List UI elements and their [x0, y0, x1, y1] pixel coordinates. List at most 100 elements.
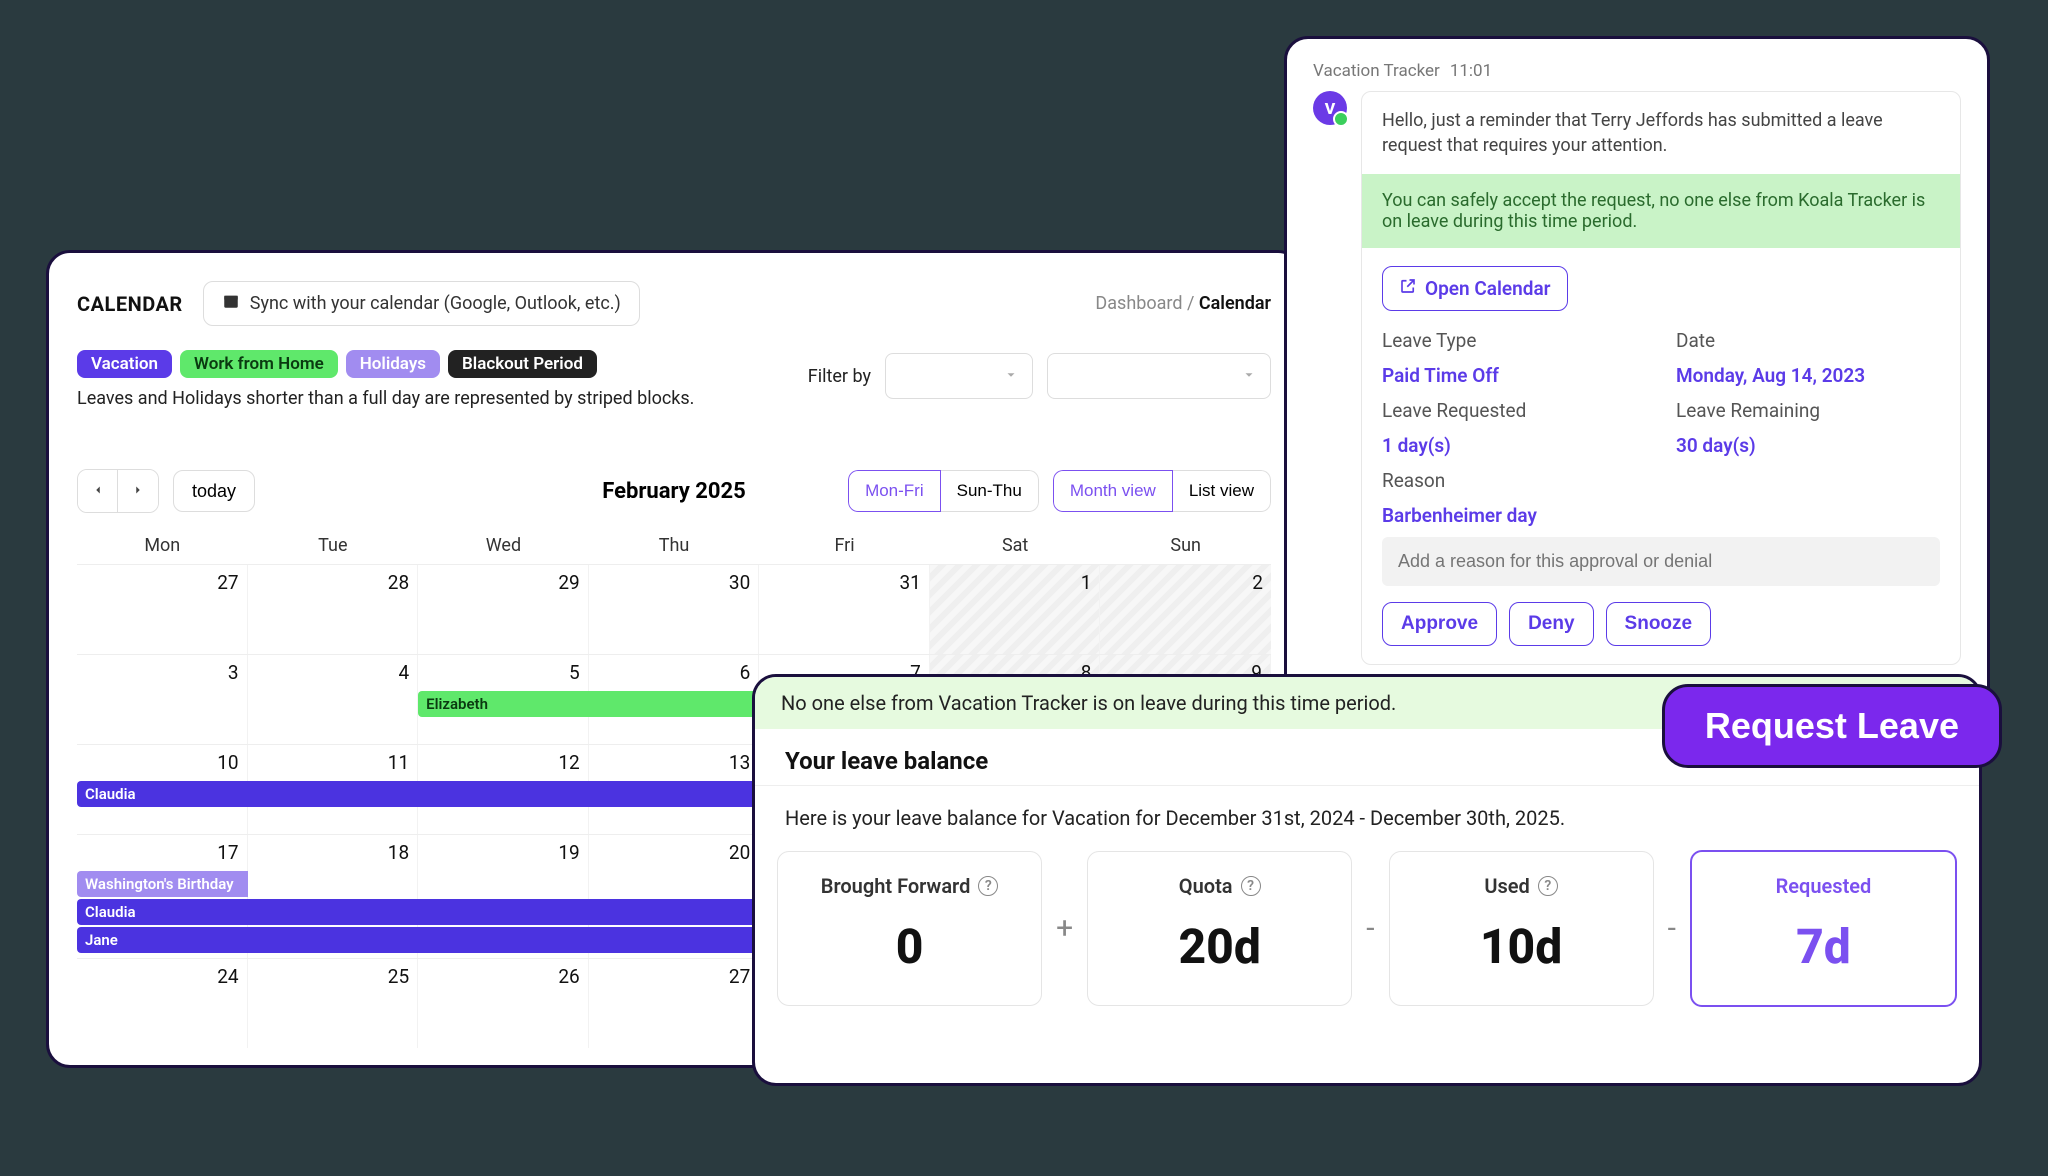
plus-operator: +	[1056, 911, 1073, 946]
help-icon[interactable]: ?	[1538, 876, 1558, 896]
calendar-icon	[222, 292, 240, 315]
breadcrumb: Dashboard / Calendar	[1095, 293, 1271, 314]
day-number: 13	[597, 751, 751, 774]
calendar-cell[interactable]: 31	[759, 565, 930, 654]
card-quota: Quota? 20d	[1087, 851, 1352, 1006]
day-number: 26	[426, 965, 580, 988]
bf-value: 0	[788, 918, 1031, 975]
chevron-left-icon	[91, 483, 105, 500]
day-number: 18	[256, 841, 410, 864]
day-number: 17	[85, 841, 239, 864]
calendar-cell[interactable]: 30	[589, 565, 760, 654]
calendar-cell[interactable]: 1	[930, 565, 1101, 654]
day-number: 4	[256, 661, 410, 684]
legend-vacation: Vacation	[77, 350, 172, 378]
calendar-cell[interactable]: 2	[1100, 565, 1271, 654]
approve-button[interactable]: Approve	[1382, 602, 1497, 646]
day-number: 2	[1108, 571, 1263, 594]
calendar-cell[interactable]: 24	[77, 959, 248, 1048]
weekday-header: Sun	[1100, 527, 1271, 564]
legend-holidays: Holidays	[346, 350, 440, 378]
calendar-title: CALENDAR	[77, 292, 183, 316]
calendar-cell[interactable]: 4	[248, 655, 419, 744]
day-number: 27	[85, 571, 239, 594]
view-month[interactable]: Month view	[1053, 470, 1173, 512]
date-label: Date	[1676, 329, 1940, 352]
month-nav	[77, 469, 159, 513]
filter-select-2[interactable]	[1047, 353, 1271, 399]
app-avatar-icon: V	[1313, 91, 1347, 125]
reason-label: Reason	[1382, 469, 1646, 492]
day-number: 6	[597, 661, 751, 684]
notif-safe-banner: You can safely accept the request, no on…	[1362, 174, 1960, 248]
breadcrumb-root[interactable]: Dashboard	[1095, 293, 1182, 314]
day-number: 28	[256, 571, 410, 594]
sync-calendar-button[interactable]: Sync with your calendar (Google, Outlook…	[203, 281, 640, 326]
leave-requested-value: 1 day(s)	[1382, 434, 1646, 457]
week-mon-fri[interactable]: Mon-Fri	[848, 470, 941, 512]
day-number: 24	[85, 965, 239, 988]
day-number: 31	[767, 571, 921, 594]
day-number: 12	[426, 751, 580, 774]
calendar-cell[interactable]: 27	[77, 565, 248, 654]
request-leave-button[interactable]: Request Leave	[1662, 684, 2002, 768]
notif-message: Hello, just a reminder that Terry Jeffor…	[1362, 92, 1960, 174]
day-number: 30	[597, 571, 751, 594]
day-number: 25	[256, 965, 410, 988]
day-number: 10	[85, 751, 239, 774]
breadcrumb-leaf: Calendar	[1199, 293, 1271, 314]
calendar-cell[interactable]: 28	[248, 565, 419, 654]
approval-reason-input[interactable]	[1382, 537, 1940, 586]
card-requested: Requested 7d	[1690, 850, 1957, 1007]
leave-requested-label: Leave Requested	[1382, 399, 1646, 422]
leave-remaining-value: 30 day(s)	[1676, 434, 1940, 457]
notification-panel: Vacation Tracker 11:01 V Hello, just a r…	[1284, 36, 1990, 716]
day-number: 5	[426, 661, 580, 684]
date-value: Monday, Aug 14, 2023	[1676, 364, 1940, 387]
day-number: 3	[85, 661, 239, 684]
today-button[interactable]: today	[173, 470, 255, 512]
open-calendar-button[interactable]: Open Calendar	[1382, 266, 1568, 311]
prev-month-button[interactable]	[78, 470, 118, 512]
current-month: February 2025	[602, 479, 746, 504]
open-external-icon	[1399, 277, 1417, 300]
weekday-header: Fri	[759, 527, 930, 564]
deny-button[interactable]: Deny	[1509, 602, 1593, 646]
view-mode-toggle: Month view List view	[1053, 470, 1271, 512]
calendar-cell[interactable]: 3	[77, 655, 248, 744]
weekday-header: Wed	[418, 527, 589, 564]
leave-type-label: Leave Type	[1382, 329, 1646, 352]
help-icon[interactable]: ?	[1241, 876, 1261, 896]
filter-select-1[interactable]	[885, 353, 1033, 399]
view-list[interactable]: List view	[1173, 470, 1271, 512]
calendar-event[interactable]: Washington's Birthday	[77, 871, 248, 897]
chevron-down-icon	[1004, 367, 1018, 386]
day-number: 29	[426, 571, 580, 594]
weekday-header: Sat	[930, 527, 1101, 564]
minus-operator: -	[1366, 911, 1374, 946]
calendar-cell[interactable]: 25	[248, 959, 419, 1048]
day-number: 1	[938, 571, 1092, 594]
chevron-down-icon	[1242, 367, 1256, 386]
reason-value: Barbenheimer day	[1382, 504, 1940, 527]
calendar-cell[interactable]: 27	[589, 959, 760, 1048]
calendar-cell[interactable]: 26	[418, 959, 589, 1048]
day-number: 11	[256, 751, 410, 774]
weekday-header: Mon	[77, 527, 248, 564]
filter-label: Filter by	[808, 366, 871, 387]
calendar-cell[interactable]: 29	[418, 565, 589, 654]
notif-time: 11:01	[1450, 61, 1492, 81]
day-number: 19	[426, 841, 580, 864]
week-sun-thu[interactable]: Sun-Thu	[941, 470, 1039, 512]
snooze-button[interactable]: Snooze	[1606, 602, 1712, 646]
card-brought-forward: Brought Forward? 0	[777, 851, 1042, 1006]
used-value: 10d	[1400, 918, 1643, 975]
minus-operator: -	[1668, 911, 1676, 946]
card-used: Used? 10d	[1389, 851, 1654, 1006]
leave-remaining-label: Leave Remaining	[1676, 399, 1940, 422]
next-month-button[interactable]	[118, 470, 158, 512]
week-mode-toggle: Mon-Fri Sun-Thu	[848, 470, 1039, 512]
weekday-header: Tue	[248, 527, 419, 564]
help-icon[interactable]: ?	[978, 876, 998, 896]
legend-wfh: Work from Home	[180, 350, 338, 378]
